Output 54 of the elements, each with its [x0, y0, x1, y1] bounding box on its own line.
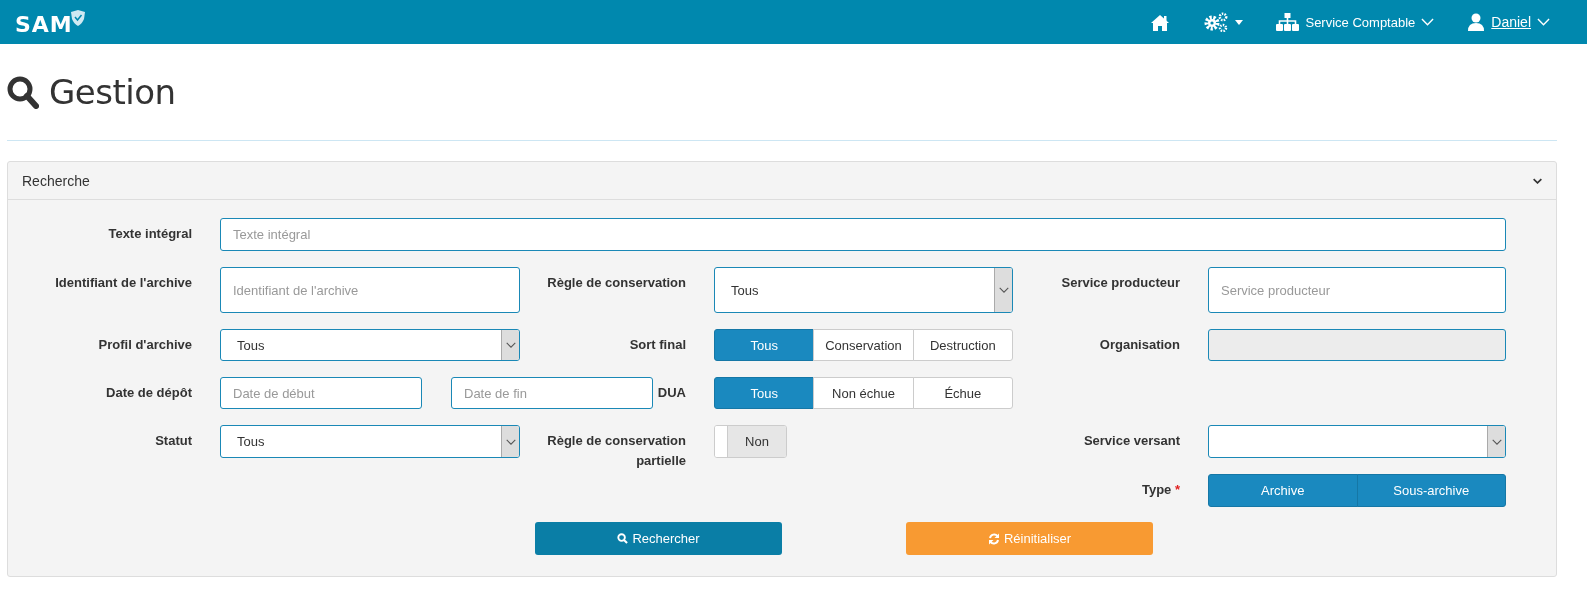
chevron-down-icon[interactable]: [1533, 177, 1542, 184]
panel-title: Recherche: [22, 172, 91, 189]
shield-icon: [70, 10, 85, 26]
select-field[interactable]: [1208, 425, 1506, 458]
field-label: Service versant: [1083, 433, 1180, 448]
date-field[interactable]: Date de début: [220, 377, 422, 409]
refresh-icon: [987, 532, 1000, 545]
field-label: Règle de conservation partielle: [547, 433, 686, 468]
search-icon: [617, 533, 629, 544]
settings-menu-button[interactable]: [1203, 12, 1244, 32]
home-icon[interactable]: [1150, 13, 1171, 31]
field-label: Règle de conservation: [547, 275, 686, 290]
required-mark: *: [1174, 482, 1180, 497]
chevron-down-icon: [1491, 438, 1502, 445]
user-icon: [1467, 13, 1486, 31]
search-button[interactable]: Rechercher: [535, 522, 782, 555]
segment-button[interactable]: Échue: [912, 377, 1013, 409]
field-label: Sort final: [629, 337, 686, 352]
field-label: Type: [1141, 482, 1172, 497]
field-label: Date de dépôt: [106, 385, 192, 400]
segment-button[interactable]: Destruction: [912, 329, 1013, 361]
segment-button[interactable]: Tous: [714, 329, 815, 361]
chevron-down-icon: [505, 438, 516, 445]
user-menu-button[interactable]: Daniel: [1467, 13, 1550, 31]
page-title: Gestion: [49, 72, 176, 112]
field-label: Service producteur: [1061, 275, 1180, 290]
sitemap-icon: [1276, 13, 1300, 31]
select-field[interactable]: Tous: [220, 329, 520, 361]
select-field[interactable]: Tous: [220, 425, 520, 458]
segment-button[interactable]: Tous: [714, 377, 815, 409]
field-label: DUA: [657, 385, 686, 400]
chevron-down-icon: [1537, 18, 1550, 26]
segment-button[interactable]: Sous-archive: [1356, 474, 1506, 507]
field-label: Statut: [155, 433, 192, 448]
text-field[interactable]: Service producteur: [1208, 267, 1506, 313]
service-menu-button[interactable]: Service Comptable: [1276, 13, 1435, 31]
segment-button[interactable]: Conservation: [813, 329, 914, 361]
segment-button[interactable]: Non échue: [813, 377, 914, 409]
chevron-down-icon: [1421, 18, 1435, 26]
date-field[interactable]: Date de fin: [451, 377, 653, 409]
text-field[interactable]: Identifiant de l'archive: [220, 267, 520, 313]
app-logo: SAM: [15, 14, 73, 36]
search-icon: [7, 75, 39, 109]
caret-icon: [1235, 19, 1244, 25]
field-label: Organisation: [1099, 337, 1180, 352]
toggle-switch[interactable]: Non: [714, 425, 787, 458]
text-field[interactable]: Texte intégral: [220, 218, 1506, 251]
field-label: Texte intégral: [108, 226, 192, 241]
chevron-down-icon: [505, 342, 516, 348]
field-label: Identifiant de l'archive: [55, 275, 192, 290]
select-field[interactable]: Tous: [714, 267, 1013, 313]
chevron-down-icon: [998, 287, 1009, 293]
segment-button[interactable]: Archive: [1208, 474, 1358, 507]
field-label: Profil d'archive: [98, 337, 192, 352]
